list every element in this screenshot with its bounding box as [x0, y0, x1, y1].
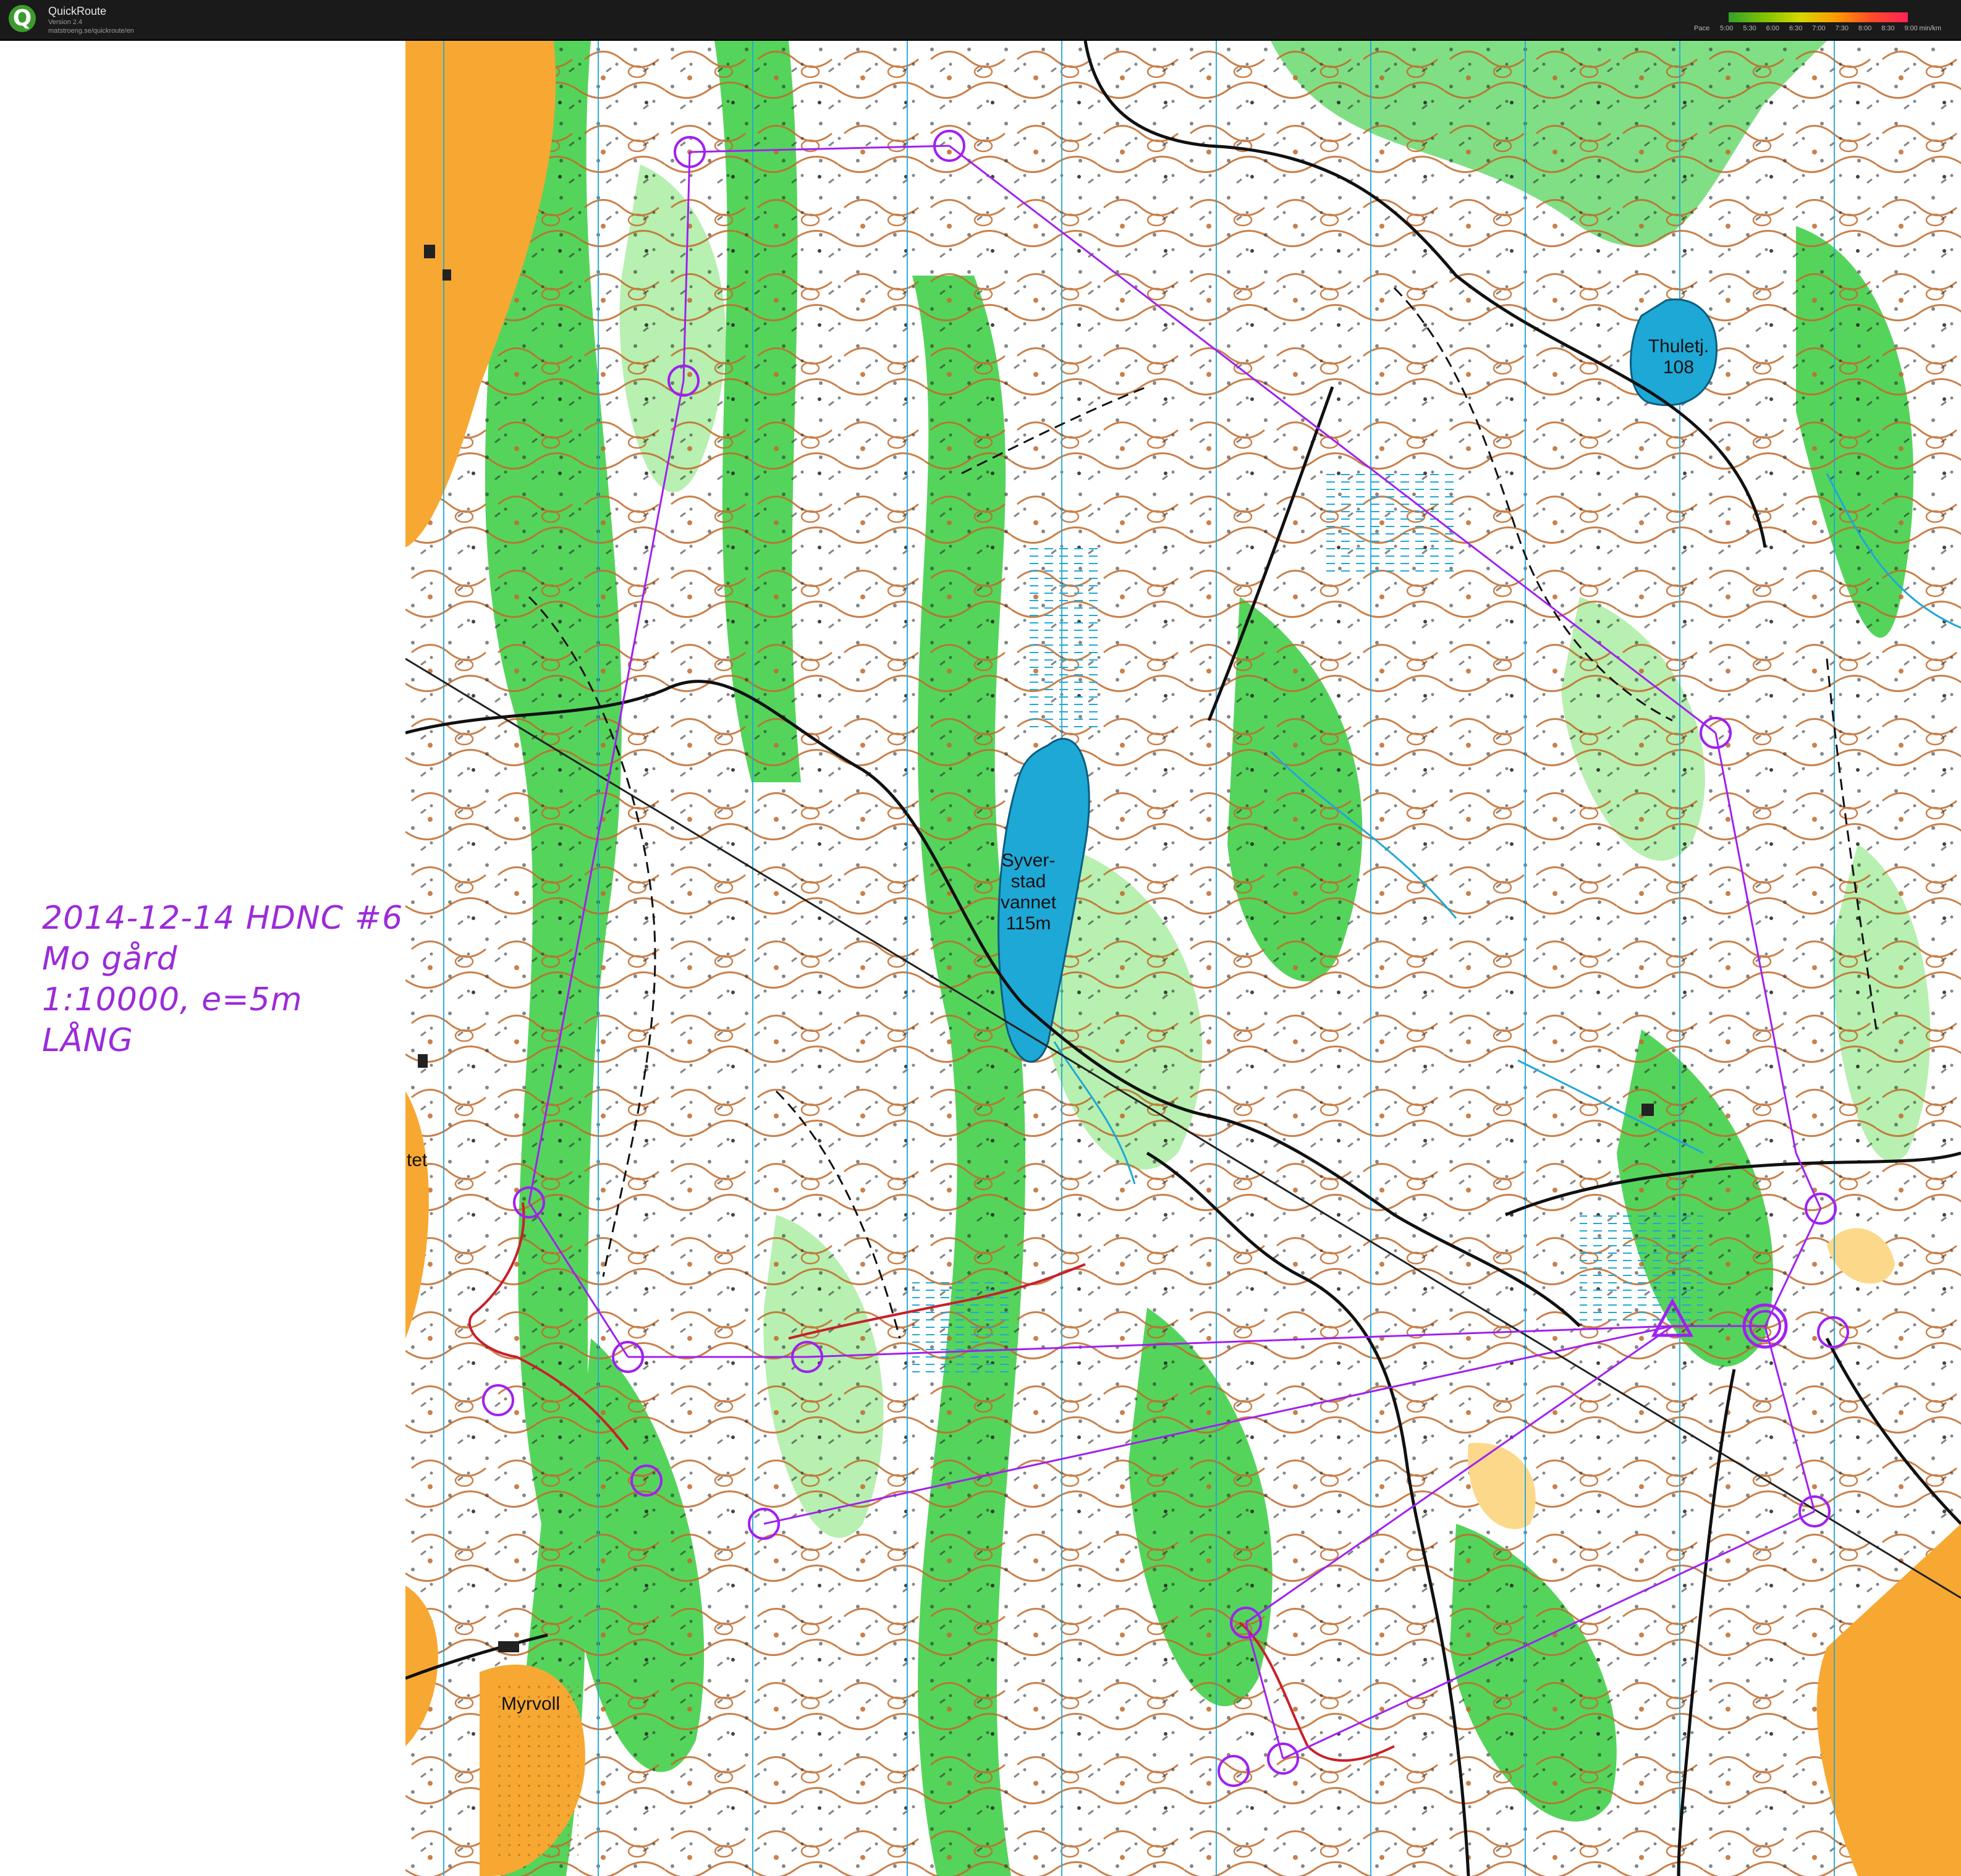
- label-syverstadvannet: Syver- stad vannet 115m: [1000, 850, 1057, 934]
- caption-scale: 1:10000, e=5m: [42, 981, 303, 1018]
- pace-label: Pace: [1694, 25, 1710, 32]
- pace-tick: 6:00: [1766, 25, 1780, 32]
- app-version: Version 2.4: [48, 19, 83, 26]
- pace-unit: min/km: [1919, 25, 1941, 32]
- orienteering-map[interactable]: Syver- stad vannet 115m Thuletj. 108 Myr…: [405, 41, 1961, 1876]
- title-bar: Q QuickRoute Version 2.4 matstroeng.se/q…: [0, 0, 1961, 41]
- caption-venue: Mo gård: [42, 940, 178, 978]
- pace-tick: 9:00: [1904, 25, 1918, 32]
- info-panel: 2014-12-14 HDNC #6 Mo gård 1:10000, e=5m…: [0, 41, 405, 1876]
- pace-tick: 5:00: [1720, 25, 1734, 32]
- caption-date-event: 2014-12-14 HDNC #6: [42, 900, 404, 937]
- app-title: QuickRoute: [48, 5, 107, 17]
- app-url: matstroeng.se/quickroute/en: [48, 27, 134, 35]
- pace-tick: 7:30: [1835, 25, 1849, 32]
- pace-tick: 6:30: [1789, 25, 1803, 32]
- pace-tick: 5:30: [1743, 25, 1756, 32]
- pace-color-scale: [1729, 12, 1908, 22]
- label-thuletjern: Thuletj. 108: [1648, 336, 1709, 378]
- label-myrvoll: Myrvoll: [501, 1694, 560, 1714]
- map-canvas[interactable]: [405, 41, 1961, 1876]
- quickroute-logo-icon: Q: [9, 5, 36, 32]
- pace-tick: 8:30: [1881, 25, 1895, 32]
- pace-tick: 8:00: [1858, 25, 1872, 32]
- label-tet: tet: [407, 1150, 428, 1170]
- pace-ticks: 5:00 5:30 6:00 6:30 7:00 7:30 8:00 8:30 …: [1720, 25, 1918, 32]
- pace-legend: Pace 5:00 5:30 6:00 6:30 7:00 7:30 8:00 …: [1694, 9, 1941, 33]
- pace-tick: 7:00: [1812, 25, 1826, 32]
- caption-course: LÅNG: [42, 1022, 133, 1059]
